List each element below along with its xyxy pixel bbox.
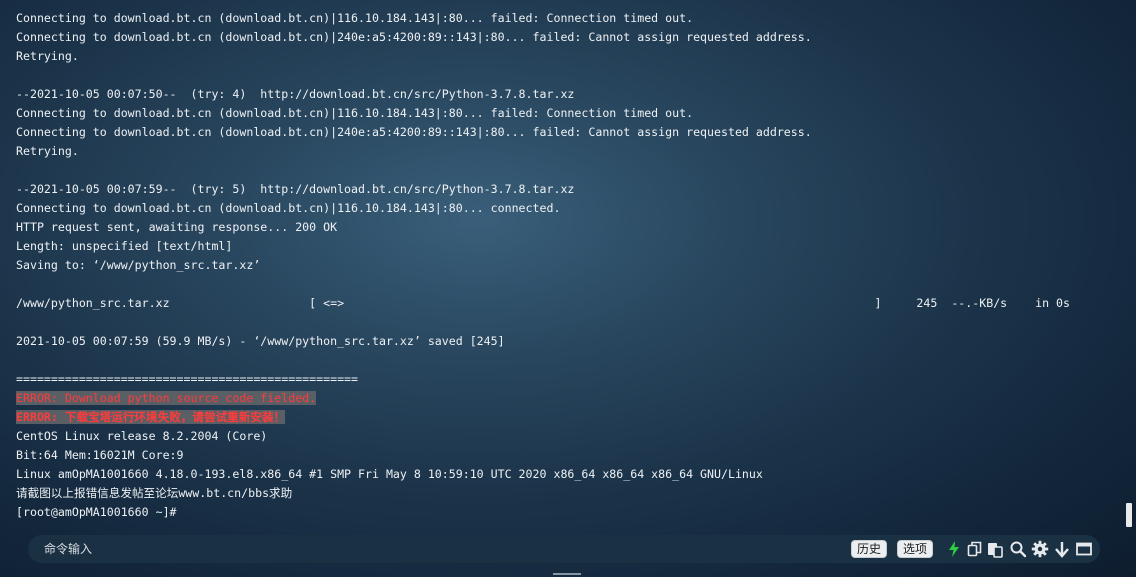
terminal-line-text: Retrying.	[16, 49, 79, 63]
terminal-line-text: 请截图以上报错信息发帖至论坛www.bt.cn/bbs求助	[16, 486, 293, 500]
paste-icon[interactable]	[986, 540, 1004, 558]
terminal-line: 2021-10-05 00:07:59 (59.9 MB/s) - ‘/www/…	[16, 332, 1070, 351]
terminal-line: ERROR: Download python source code field…	[16, 389, 1070, 408]
terminal-line-text: Connecting to download.bt.cn (download.b…	[16, 106, 694, 120]
terminal-scrollbar[interactable]	[1125, 0, 1134, 530]
terminal-line-text: Connecting to download.bt.cn (download.b…	[16, 201, 561, 215]
terminal-line: --2021-10-05 00:07:50-- (try: 4) http://…	[16, 85, 1070, 104]
terminal-line: Connecting to download.bt.cn (download.b…	[16, 199, 1070, 218]
terminal-lines: Connecting to download.bt.cn (download.b…	[16, 9, 1070, 522]
terminal-line-text: Saving to: ‘/www/python_src.tar.xz’	[16, 258, 261, 272]
copy-icon[interactable]	[966, 540, 984, 558]
terminal-line-text: Linux amOpMA1001660 4.18.0-193.el8.x86_6…	[16, 467, 763, 481]
terminal-line: Retrying.	[16, 47, 1070, 66]
terminal-line: [root@amOpMA1001660 ~]#	[16, 503, 1070, 522]
terminal-line: --2021-10-05 00:07:59-- (try: 5) http://…	[16, 180, 1070, 199]
terminal-line-text: Connecting to download.bt.cn (download.b…	[16, 30, 812, 44]
terminal-line-text: [root@amOpMA1001660 ~]#	[16, 505, 177, 519]
gear-icon[interactable]	[1031, 540, 1049, 558]
terminal-line: Connecting to download.bt.cn (download.b…	[16, 9, 1070, 28]
terminal-line-text: HTTP request sent, awaiting response... …	[16, 220, 338, 234]
terminal-line-text: /www/python_src.tar.xz [ <=> ] 245 --.-K…	[16, 296, 1070, 310]
terminal-line-text: Connecting to download.bt.cn (download.b…	[16, 125, 812, 139]
lightning-icon[interactable]	[945, 540, 963, 558]
scrollbar-thumb[interactable]	[1126, 503, 1132, 527]
terminal-line-text: ERROR: 下载宝塔运行环境失败，请尝试重新安装！	[16, 410, 286, 424]
terminal-line: HTTP request sent, awaiting response... …	[16, 218, 1070, 237]
terminal-line-text: 2021-10-05 00:07:59 (59.9 MB/s) - ‘/www/…	[16, 334, 505, 348]
terminal-line-text: Bit:64 Mem:16021M Core:9	[16, 448, 184, 462]
terminal-line: Saving to: ‘/www/python_src.tar.xz’	[16, 256, 1070, 275]
terminal-line-text: Length: unspecified [text/html]	[16, 239, 233, 253]
command-input[interactable]	[44, 539, 824, 559]
terminal-line: Length: unspecified [text/html]	[16, 237, 1070, 256]
terminal-line: Connecting to download.bt.cn (download.b…	[16, 123, 1070, 142]
history-button[interactable]: 历史	[851, 540, 888, 558]
terminal-line-text: CentOS Linux release 8.2.2004 (Core)	[16, 429, 268, 443]
terminal-line: CentOS Linux release 8.2.2004 (Core)	[16, 427, 1070, 446]
terminal-line: 请截图以上报错信息发帖至论坛www.bt.cn/bbs求助	[16, 484, 1070, 503]
terminal-line: Bit:64 Mem:16021M Core:9	[16, 446, 1070, 465]
terminal-line: ERROR: 下载宝塔运行环境失败，请尝试重新安装！	[16, 408, 1070, 427]
terminal-line: Retrying.	[16, 142, 1070, 161]
terminal-line-text: --2021-10-05 00:07:59-- (try: 5) http://…	[16, 182, 575, 196]
terminal-line-text: --2021-10-05 00:07:50-- (try: 4) http://…	[16, 87, 575, 101]
terminal-line-text: Retrying.	[16, 144, 79, 158]
terminal-line-text: ERROR: Download python source code field…	[16, 391, 317, 405]
bottom-edge-marker	[553, 573, 581, 575]
terminal-line-text: Connecting to download.bt.cn (download.b…	[16, 11, 694, 25]
terminal-line: Connecting to download.bt.cn (download.b…	[16, 104, 1070, 123]
options-button[interactable]: 选项	[897, 540, 934, 558]
arrow-down-icon[interactable]	[1053, 540, 1071, 558]
terminal-output[interactable]: Connecting to download.bt.cn (download.b…	[0, 0, 1124, 530]
maximize-icon[interactable]	[1075, 540, 1093, 558]
terminal-line: ========================================…	[16, 370, 1070, 389]
terminal-line: Linux amOpMA1001660 4.18.0-193.el8.x86_6…	[16, 465, 1070, 484]
command-bar: 历史 选项	[28, 535, 1100, 563]
terminal-line-text: ========================================…	[16, 372, 359, 386]
terminal-line: /www/python_src.tar.xz [ <=> ] 245 --.-K…	[16, 294, 1070, 313]
terminal-line: Connecting to download.bt.cn (download.b…	[16, 28, 1070, 47]
search-icon[interactable]	[1009, 540, 1027, 558]
